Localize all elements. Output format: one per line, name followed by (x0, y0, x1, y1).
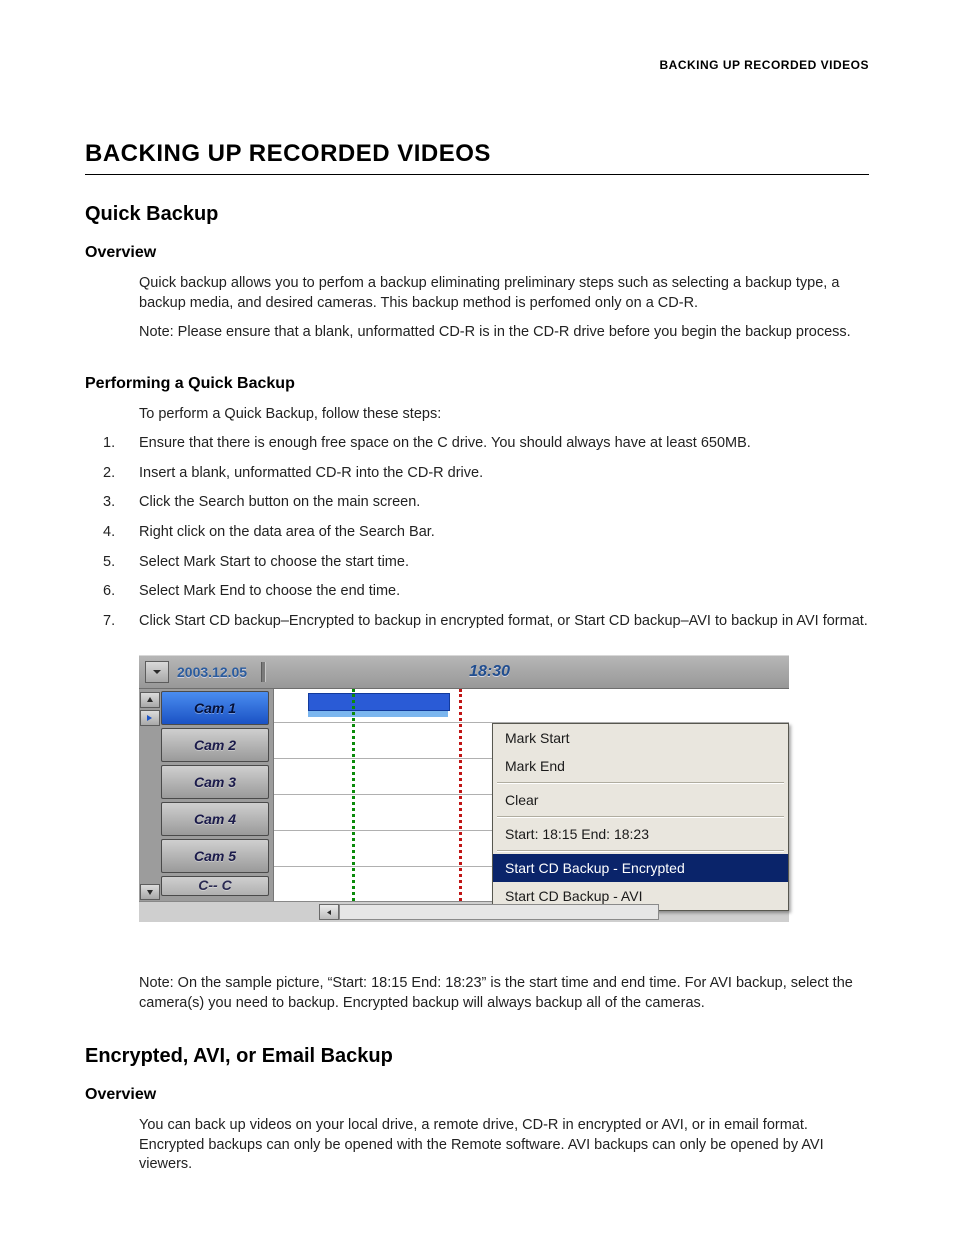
recorded-segment[interactable] (308, 693, 450, 711)
list-item: 3.Click the Search button on the main sc… (103, 493, 869, 513)
search-bar-app: 2003.12.05 18:30 Cam 1 Cam 2 Cam 3 Cam 4… (139, 655, 789, 922)
paragraph: To perform a Quick Backup, follow these … (139, 405, 869, 425)
menu-range-label: Start: 18:15 End: 18:23 (493, 820, 788, 848)
list-item: 2.Insert a blank, unformatted CD-R into … (103, 464, 869, 484)
camera-button-1[interactable]: Cam 1 (161, 691, 269, 725)
subsection-performing: Performing a Quick Backup (85, 375, 869, 393)
menu-separator (497, 850, 784, 852)
camera-button-4[interactable]: Cam 4 (161, 802, 269, 836)
paragraph: Quick backup allows you to perfom a back… (139, 274, 869, 313)
timeline-area[interactable]: Mark Start Mark End Clear Start: 18:15 E… (273, 689, 789, 901)
camera-button-2[interactable]: Cam 2 (161, 728, 269, 762)
arrow-right-icon (146, 714, 154, 722)
camera-button-cut[interactable]: C-- C (161, 876, 269, 896)
running-header: BACKING UP RECORDED VIDEOS (85, 58, 869, 72)
menu-mark-start[interactable]: Mark Start (493, 724, 788, 752)
section-encrypted-avi-email: Encrypted, AVI, or Email Backup (85, 1045, 869, 1068)
triangle-up-icon (146, 696, 154, 704)
paragraph-note: Note: Please ensure that a blank, unform… (139, 323, 869, 343)
triangle-left-icon (326, 909, 333, 916)
scroll-up-button[interactable] (140, 692, 160, 708)
menu-clear[interactable]: Clear (493, 786, 788, 814)
list-item: 6.Select Mark End to choose the end time… (103, 582, 869, 602)
list-item: 4.Right click on the data area of the Se… (103, 523, 869, 543)
scrollbar-track[interactable] (339, 904, 659, 920)
scroll-left-button[interactable] (319, 904, 339, 920)
steps-list: 1.Ensure that there is enough free space… (103, 434, 869, 631)
menu-mark-end[interactable]: Mark End (493, 752, 788, 780)
subsection-overview-2: Overview (85, 1086, 869, 1104)
time-label: 18:30 (280, 663, 789, 681)
paragraph: You can back up videos on your local dri… (139, 1116, 869, 1175)
date-dropdown-button[interactable] (145, 661, 169, 683)
chevron-down-icon (152, 667, 162, 677)
camera-button-3[interactable]: Cam 3 (161, 765, 269, 799)
recorded-segment-secondary (308, 711, 448, 717)
scroll-down-button[interactable] (140, 884, 160, 900)
date-label: 2003.12.05 (177, 664, 247, 680)
menu-cd-backup-encrypted[interactable]: Start CD Backup - Encrypted (493, 854, 788, 882)
section-quick-backup: Quick Backup (85, 203, 869, 226)
menu-separator (497, 782, 784, 784)
list-item: 5.Select Mark Start to choose the start … (103, 553, 869, 573)
subsection-overview: Overview (85, 244, 869, 262)
menu-separator (497, 816, 784, 818)
divider (261, 662, 266, 682)
triangle-down-icon (146, 888, 154, 896)
list-item: 7.Click Start CD backup–Encrypted to bac… (103, 612, 869, 632)
page-title: BACKING UP RECORDED VIDEOS (85, 140, 869, 168)
list-item: 1.Ensure that there is enough free space… (103, 434, 869, 454)
camera-button-5[interactable]: Cam 5 (161, 839, 269, 873)
scroll-marker-button[interactable] (140, 710, 160, 726)
figure-note: Note: On the sample picture, “Start: 18:… (139, 974, 869, 1013)
context-menu: Mark Start Mark End Clear Start: 18:15 E… (492, 723, 789, 911)
title-rule (85, 174, 869, 175)
